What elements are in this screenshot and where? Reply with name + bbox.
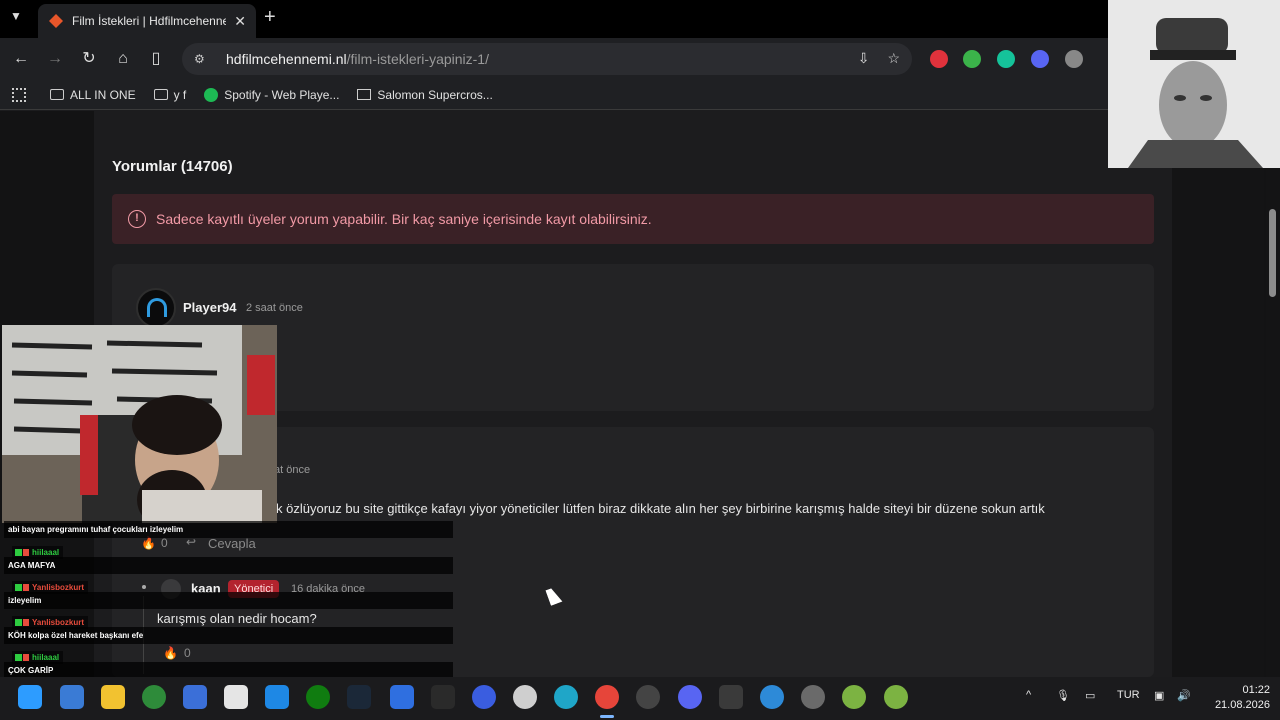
widgets-icon[interactable] xyxy=(60,685,84,709)
new-tab-icon[interactable]: + xyxy=(264,6,276,29)
comment-username[interactable]: Player94 xyxy=(183,300,237,315)
tab-search-chevron-icon[interactable]: ▼ xyxy=(10,9,28,27)
chat-message: abi bayan pregramını tuhaf çocukları izl… xyxy=(4,521,453,538)
folder-icon xyxy=(153,89,168,100)
network-icon[interactable]: ▣ xyxy=(1154,689,1164,702)
spotify-icon xyxy=(204,87,219,102)
site-favicon-icon xyxy=(48,13,64,29)
volume-icon[interactable]: 🔊 xyxy=(1177,689,1191,702)
site-info-icon[interactable]: ⚙ xyxy=(194,52,212,66)
grammarly-icon[interactable] xyxy=(997,50,1015,68)
bookmark-spotify[interactable]: Spotify - Web Playe... xyxy=(204,87,340,102)
extension-red-icon[interactable] xyxy=(930,50,948,68)
start-icon[interactable] xyxy=(18,685,42,709)
stream-chat-overlay: abi bayan pregramını tuhaf çocukları izl… xyxy=(0,521,455,679)
reload-icon[interactable]: ↻ xyxy=(78,48,100,70)
tab-close-icon[interactable]: ✕ xyxy=(234,13,246,30)
notepad-icon[interactable] xyxy=(224,685,248,709)
alert-icon: ! xyxy=(128,210,146,228)
extension-discord-icon[interactable] xyxy=(1031,50,1049,68)
comment-time: at önce xyxy=(274,464,311,476)
xbox-icon[interactable] xyxy=(306,685,330,709)
language-indicator[interactable]: TUR xyxy=(1117,689,1140,701)
browser-toolbar: ← → ↻ ⌂ ▯ ⚙ hdfilmcehennemi.nl/film-iste… xyxy=(0,38,1280,80)
microphone-icon[interactable]: 🎙 xyxy=(1056,689,1070,702)
calculator-icon[interactable] xyxy=(719,685,743,709)
tray-chevron-icon[interactable]: ^ xyxy=(1026,689,1031,701)
forward-icon[interactable]: → xyxy=(44,48,66,70)
url-host: hdfilmcehennemi.nl xyxy=(226,51,347,67)
bookmark-all-in-one[interactable]: ALL IN ONE xyxy=(50,88,136,102)
browser-tab[interactable]: Film İstekleri | Hdfilmcehennemi ✕ xyxy=(38,4,256,38)
avatar xyxy=(136,288,176,328)
bookmark-label: ALL IN ONE xyxy=(70,87,136,102)
streamer-webcam xyxy=(2,325,277,523)
comments-heading: Yorumlar (14706) xyxy=(112,158,233,175)
app-blue-icon[interactable] xyxy=(760,685,784,709)
url-path: /film-istekleri-yapiniz-1/ xyxy=(346,51,489,67)
install-app-icon[interactable]: ⇩ xyxy=(858,50,870,67)
bookmarks-bar: ALL IN ONE y f Spotify - Web Playe... Sa… xyxy=(0,80,1280,110)
vpn-icon[interactable] xyxy=(142,685,166,709)
chrome-profile-icon[interactable] xyxy=(636,685,660,709)
chrome-icon[interactable] xyxy=(595,685,619,709)
comment-text: k özlüyoruz bu site gittikçe kafayı yiyo… xyxy=(276,501,1045,516)
app-s-green-2-icon[interactable] xyxy=(884,685,908,709)
extension-guard-icon[interactable] xyxy=(1065,50,1083,68)
discord-icon[interactable] xyxy=(678,685,702,709)
page-gutter xyxy=(1172,111,1264,677)
keyboard-icon[interactable]: ▭ xyxy=(1085,689,1095,702)
epic-games-icon[interactable] xyxy=(431,685,455,709)
split-view-icon[interactable]: ▯ xyxy=(145,48,167,70)
extension-shield-icon[interactable] xyxy=(963,50,981,68)
system-clock[interactable]: 01:22 21.08.2026 xyxy=(1215,683,1270,713)
bookmark-label: Spotify - Web Playe... xyxy=(224,87,340,102)
active-app-indicator xyxy=(600,715,614,718)
portrait-overlay xyxy=(1108,0,1280,168)
back-icon[interactable]: ← xyxy=(10,48,32,70)
edge-icon[interactable] xyxy=(554,685,578,709)
chat-message: AGA MAFYA xyxy=(4,557,453,574)
chat-message: izleyelim xyxy=(4,592,453,609)
battlenet-icon[interactable] xyxy=(390,685,414,709)
monitor-app-icon[interactable] xyxy=(183,685,207,709)
store-icon[interactable] xyxy=(265,685,289,709)
home-icon[interactable]: ⌂ xyxy=(112,48,134,70)
scrollbar-track[interactable] xyxy=(1266,111,1280,677)
bookmark-star-icon[interactable]: ☆ xyxy=(887,50,900,67)
steam-icon[interactable] xyxy=(347,685,371,709)
bookmark-label: Salomon Supercros... xyxy=(377,87,493,102)
page-icon xyxy=(357,89,372,100)
ea-icon[interactable] xyxy=(472,685,496,709)
app-s-green-icon[interactable] xyxy=(842,685,866,709)
comment-time: 2 saat önce xyxy=(246,302,303,314)
file-explorer-icon[interactable] xyxy=(101,685,125,709)
app-s-gray-icon[interactable] xyxy=(801,685,825,709)
bookmark-yf[interactable]: y f xyxy=(153,87,187,102)
ubisoft-icon[interactable] xyxy=(513,685,537,709)
address-bar[interactable]: ⚙ hdfilmcehennemi.nl/film-istekleri-yapi… xyxy=(182,43,912,75)
chat-message: KÖH kolpa özel hareket başkanı efe xyxy=(4,627,453,644)
apps-grid-icon[interactable] xyxy=(12,87,26,102)
login-alert: ! Sadece kayıtlı üyeler yorum yapabilir.… xyxy=(112,194,1154,244)
bookmark-salomon[interactable]: Salomon Supercros... xyxy=(357,87,493,102)
tab-strip: ▼ Film İstekleri | Hdfilmcehennemi ✕ + xyxy=(0,0,1280,38)
tab-title: Film İstekleri | Hdfilmcehennemi xyxy=(72,14,227,28)
alert-text: Sadece kayıtlı üyeler yorum yapabilir. B… xyxy=(156,211,652,227)
clock-time: 01:22 xyxy=(1242,684,1270,696)
clock-date: 21.08.2026 xyxy=(1214,699,1270,711)
scrollbar-thumb[interactable] xyxy=(1269,209,1276,297)
bookmark-label: y f xyxy=(173,87,187,102)
folder-icon xyxy=(50,89,64,100)
taskbar: ^ 🎙 ▭ TUR ▣ 🔊 01:22 21.08.2026 xyxy=(0,677,1280,720)
